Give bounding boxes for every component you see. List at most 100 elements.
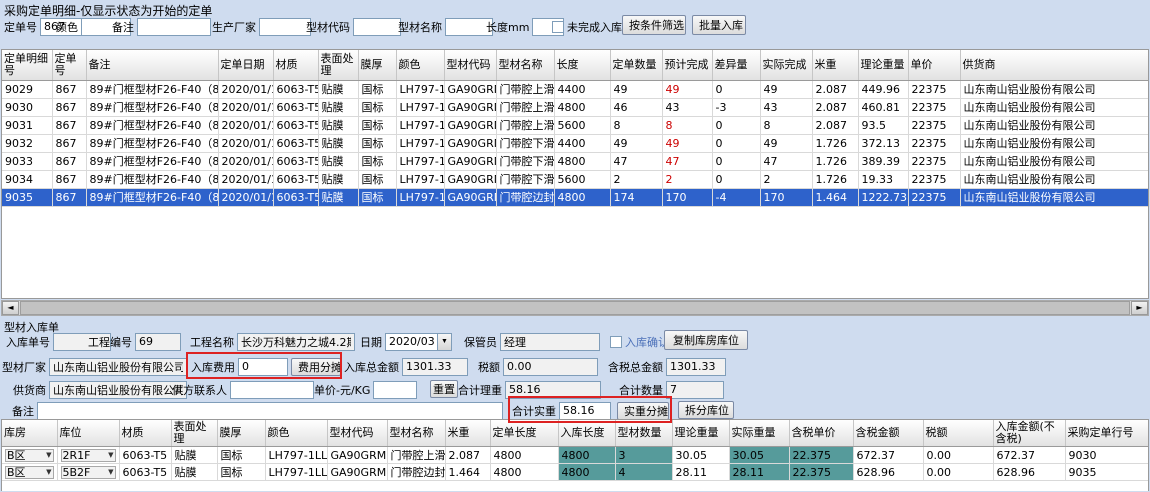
table-row[interactable]: 903086789#门框型材F26-F40（866+867）2020/01/13… [2, 98, 1148, 116]
filter-by-condition-button[interactable]: 按条件筛选 [622, 15, 686, 35]
table-row[interactable]: 903186789#门框型材F26-F40（866+867）2020/01/13… [2, 116, 1148, 134]
date-input[interactable] [385, 333, 437, 351]
column-header[interactable]: 入库长度 [558, 420, 615, 447]
tax-input[interactable] [503, 358, 598, 376]
column-header[interactable]: 膜厚 [217, 420, 265, 447]
copy-location-button[interactable]: 复制库房库位 [664, 330, 748, 350]
column-header[interactable]: 表面处理 [171, 420, 217, 447]
table-row[interactable]: B区▼5B2F▼6063-T5贴膜国标LH797-1LL0GA90GRM05门带… [2, 464, 1148, 481]
combo-cell[interactable]: 5B2F▼ [57, 464, 119, 481]
table-row[interactable]: 903586789#门框型材F26-F40（866+867）2020/01/13… [2, 188, 1148, 206]
inbound-confirm-checkbox[interactable] [610, 336, 622, 348]
project-name-input[interactable] [237, 333, 355, 351]
cell: 170 [760, 188, 812, 206]
column-header[interactable]: 采购定单行号 [1065, 420, 1148, 447]
column-header[interactable]: 型材代码 [327, 420, 387, 447]
column-header[interactable]: 米重 [812, 50, 858, 80]
horizontal-scrollbar[interactable]: ◄ ► [1, 300, 1149, 316]
total-theory-weight-input[interactable] [505, 381, 601, 399]
supplier-contact-input[interactable] [230, 381, 314, 399]
column-header[interactable]: 差异量 [712, 50, 760, 80]
combo-cell[interactable]: 2R1F▼ [57, 447, 119, 464]
column-header[interactable]: 理论重量 [858, 50, 908, 80]
column-header[interactable]: 入库金额(不含税) [993, 420, 1065, 447]
column-header[interactable]: 型材代码 [444, 50, 496, 80]
keeper-input[interactable] [500, 333, 600, 351]
profile-factory-input[interactable] [49, 358, 187, 376]
table-row[interactable]: B区▼2R1F▼6063-T5贴膜国标LH797-1LL0GA90GRM03门带… [2, 447, 1148, 464]
column-header[interactable]: 材质 [273, 50, 318, 80]
cell: GA90GRM03 [444, 80, 496, 98]
column-header[interactable]: 定单数量 [610, 50, 662, 80]
inbound-fee-input[interactable] [238, 358, 288, 376]
inbound-total-input[interactable] [402, 358, 468, 376]
cell: 3 [615, 447, 672, 464]
column-header[interactable]: 型材名称 [496, 50, 554, 80]
inbound-no-label: 入库单号 [6, 334, 50, 350]
project-no-input[interactable] [135, 333, 181, 351]
cell: 28.11 [729, 464, 789, 481]
column-header[interactable]: 型材数量 [615, 420, 672, 447]
date-dropdown-button[interactable]: ▼ [437, 333, 452, 351]
table-row[interactable]: 902986789#门框型材F26-F40（866+867）2020/01/13… [2, 80, 1148, 98]
unfinished-inbound-checkbox[interactable] [552, 21, 564, 33]
column-header[interactable]: 库位 [57, 420, 119, 447]
scroll-left-icon[interactable]: ◄ [2, 301, 19, 315]
remark-input[interactable] [37, 402, 503, 420]
profile-code-filter-input[interactable] [353, 18, 401, 36]
column-header[interactable]: 长度 [554, 50, 610, 80]
cell: 贴膜 [318, 152, 358, 170]
column-header[interactable]: 米重 [445, 420, 490, 447]
column-header[interactable]: 含税金额 [853, 420, 923, 447]
cell: 47 [662, 152, 712, 170]
cell: 46 [610, 98, 662, 116]
tax-total-input[interactable] [666, 358, 726, 376]
column-header[interactable]: 材质 [119, 420, 171, 447]
total-qty-input[interactable] [666, 381, 724, 399]
split-location-button[interactable]: 拆分库位 [678, 401, 734, 419]
column-header[interactable]: 定单长度 [490, 420, 558, 447]
supplier-input[interactable] [49, 381, 187, 399]
cell: 山东南山铝业股份有限公司 [960, 152, 1148, 170]
table-row[interactable]: 903486789#门框型材F26-F40（866+867）2020/01/13… [2, 170, 1148, 188]
column-header[interactable]: 实际重量 [729, 420, 789, 447]
batch-inbound-button[interactable]: 批量入库 [692, 15, 746, 35]
cell: 2 [662, 170, 712, 188]
column-header[interactable]: 表面处理 [318, 50, 358, 80]
manufacturer-filter-input[interactable] [259, 18, 311, 36]
combo-cell[interactable]: B区▼ [2, 447, 57, 464]
column-header[interactable]: 备注 [86, 50, 218, 80]
column-header[interactable]: 定单号 [52, 50, 86, 80]
remark-filter-input[interactable] [137, 18, 211, 36]
column-header[interactable]: 含税单价 [789, 420, 853, 447]
cell: 49 [760, 134, 812, 152]
column-header[interactable]: 定单日期 [218, 50, 273, 80]
fee-share-button[interactable]: 费用分摊 [291, 358, 341, 376]
column-header[interactable]: 膜厚 [358, 50, 396, 80]
total-actual-weight-input[interactable] [559, 402, 611, 420]
column-header[interactable]: 颜色 [396, 50, 444, 80]
column-header[interactable]: 定单明细号 [2, 50, 52, 80]
column-header[interactable]: 库房 [2, 420, 57, 447]
table-row[interactable]: 903286789#门框型材F26-F40（866+867）2020/01/13… [2, 134, 1148, 152]
column-header[interactable]: 单价 [908, 50, 960, 80]
table-row[interactable]: 903386789#门框型材F26-F40（866+867）2020/01/13… [2, 152, 1148, 170]
reset-button[interactable]: 重置 [430, 380, 458, 398]
cell: 2 [610, 170, 662, 188]
combo-cell[interactable]: B区▼ [2, 464, 57, 481]
column-header[interactable]: 理论重量 [672, 420, 729, 447]
column-header[interactable]: 预计完成 [662, 50, 712, 80]
column-header[interactable]: 实际完成 [760, 50, 812, 80]
weight-share-button[interactable]: 实重分摊 [617, 402, 669, 420]
scrollbar-thumb[interactable] [20, 301, 1130, 315]
scroll-right-icon[interactable]: ► [1131, 301, 1148, 315]
unit-price-input[interactable] [373, 381, 417, 399]
cell: 43 [662, 98, 712, 116]
cell: LH797-1LL0 [396, 98, 444, 116]
column-header[interactable]: 颜色 [265, 420, 327, 447]
cell: 22375 [908, 188, 960, 206]
cell: 4 [615, 464, 672, 481]
column-header[interactable]: 供货商 [960, 50, 1148, 80]
column-header[interactable]: 税额 [923, 420, 993, 447]
column-header[interactable]: 型材名称 [387, 420, 445, 447]
